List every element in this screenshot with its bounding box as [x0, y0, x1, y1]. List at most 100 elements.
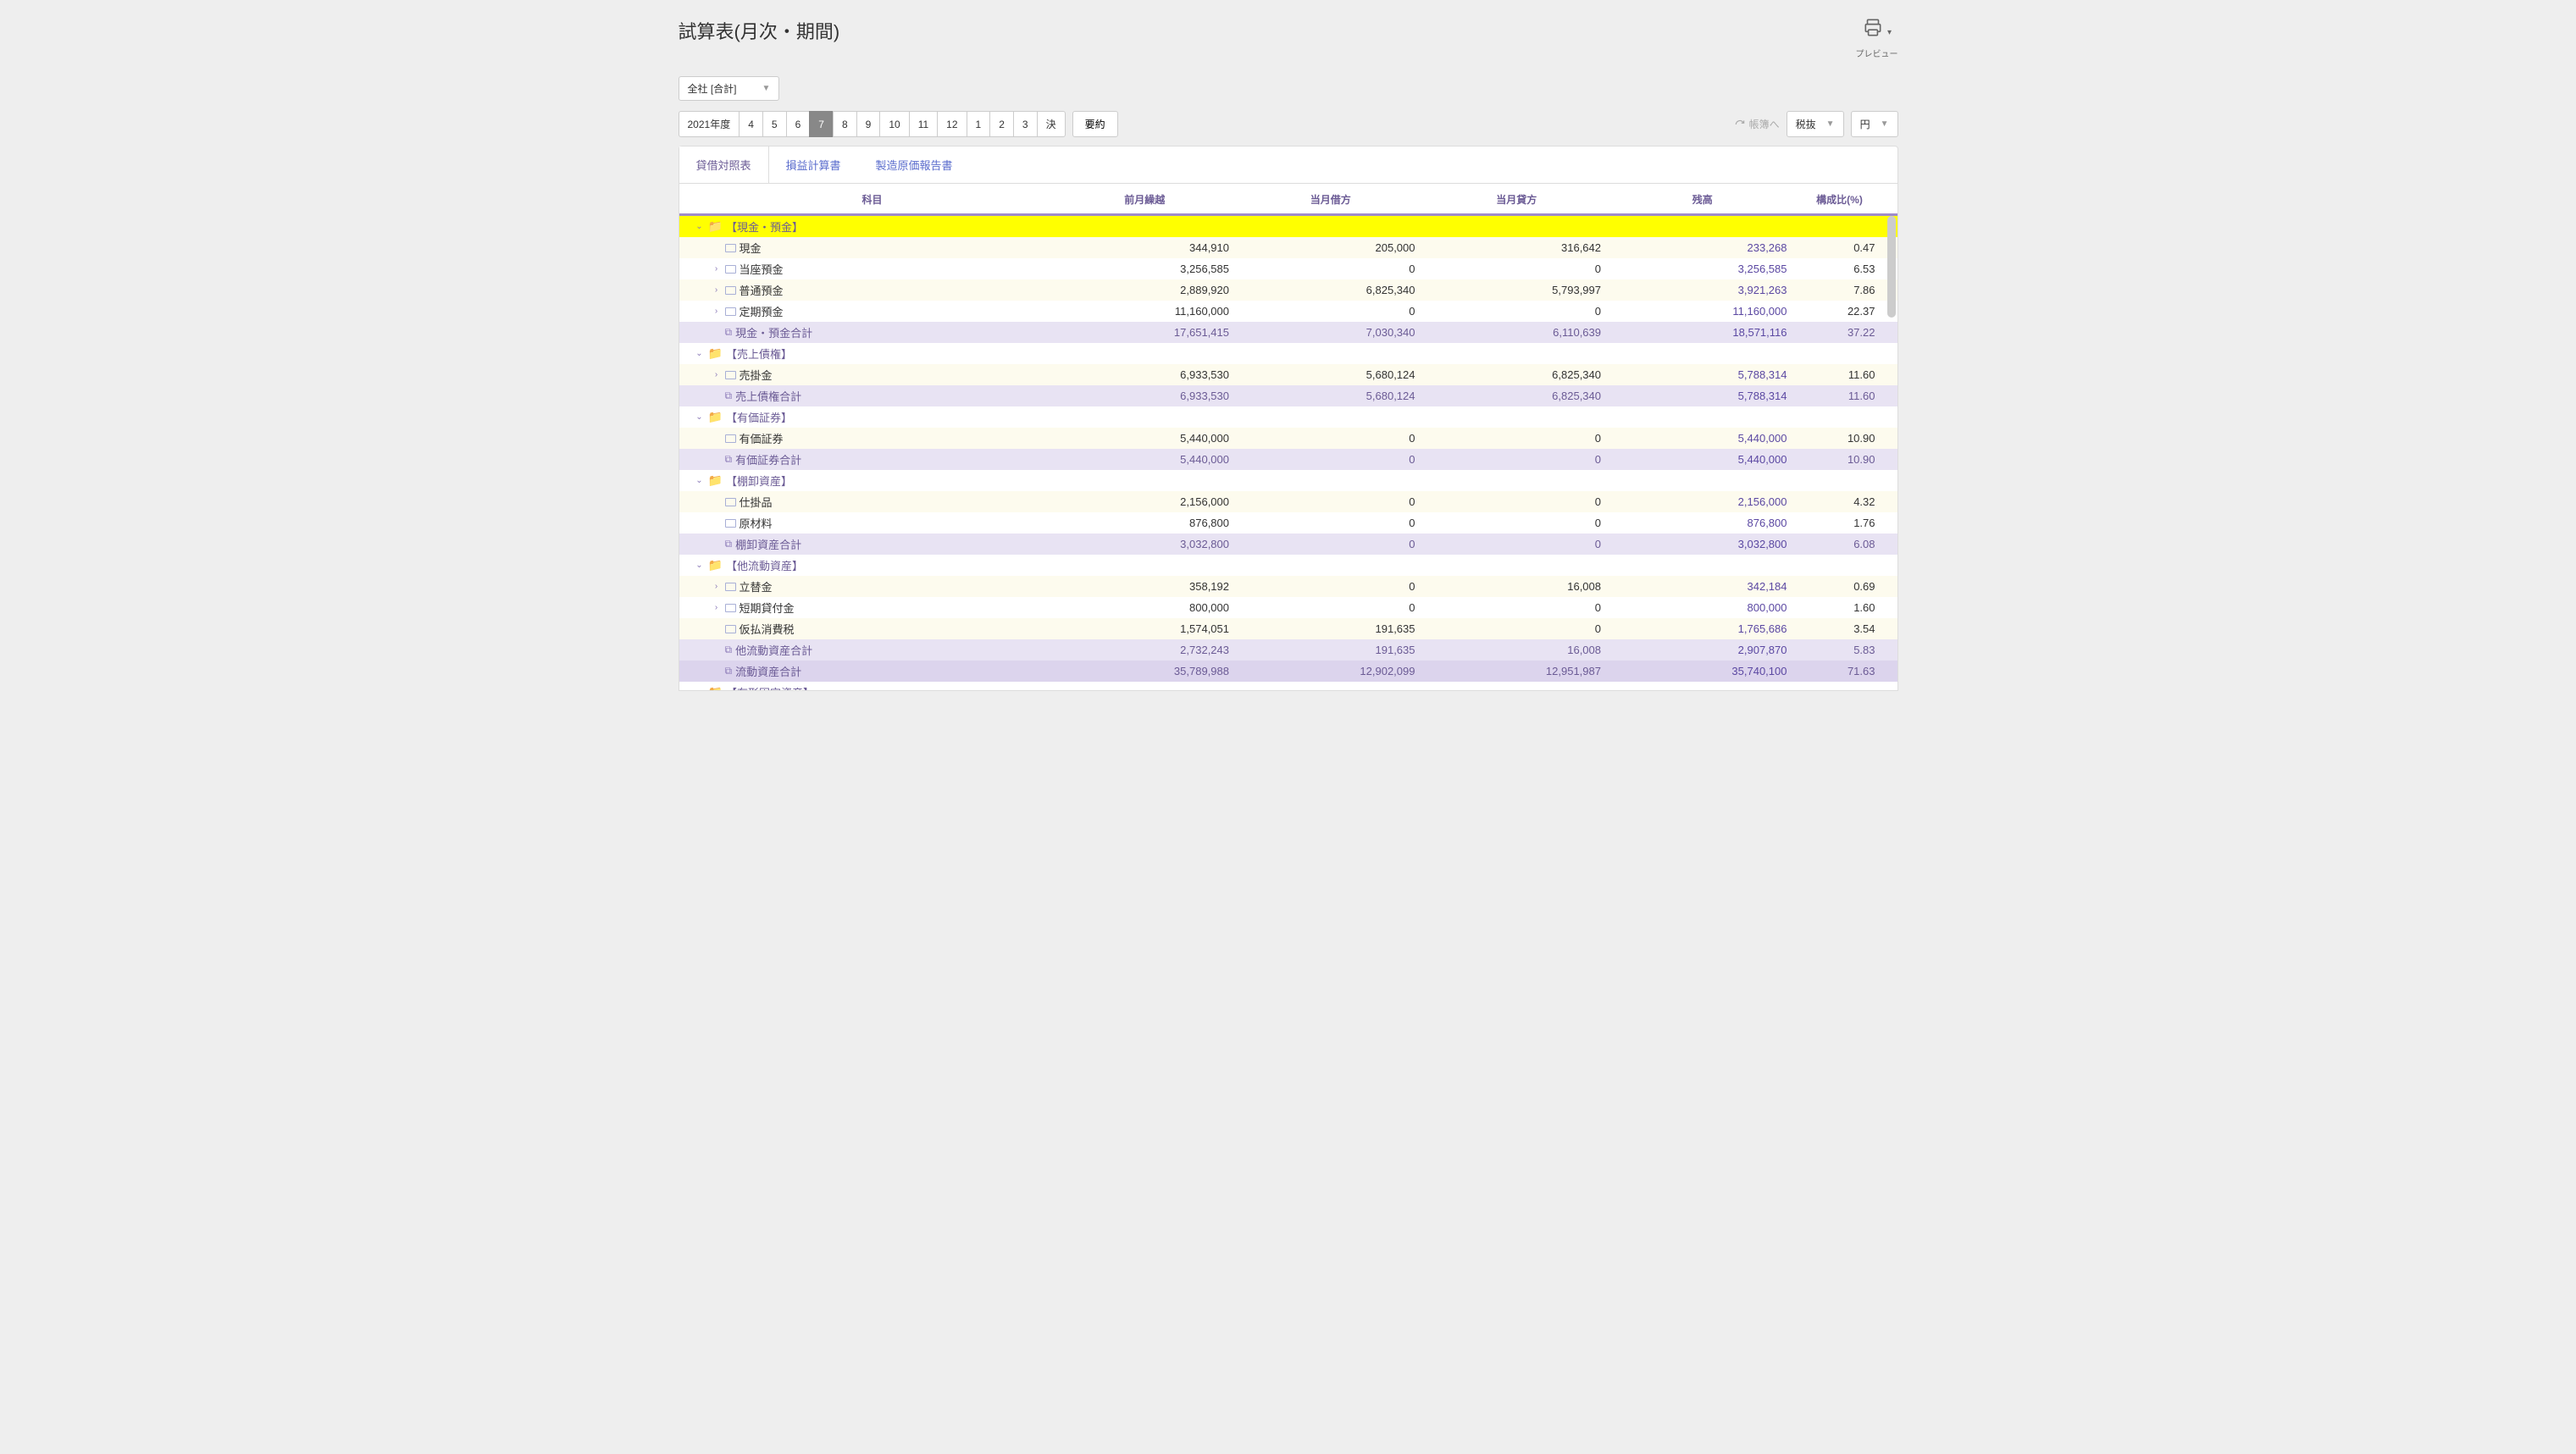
chevron-right-icon[interactable]: › — [712, 370, 722, 379]
month-button-10[interactable]: 10 — [879, 111, 909, 137]
cell-value: 11,160,000 — [1054, 305, 1237, 318]
folder-icon: 📁 — [708, 219, 723, 234]
cell-value: 0 — [1239, 601, 1422, 614]
table-row[interactable]: ⌄📁【売上債権】 — [679, 343, 1897, 364]
chevron-down-icon[interactable]: ⌄ — [695, 222, 705, 231]
company-selector[interactable]: 全社 [合計] ▼ — [679, 76, 780, 101]
printer-icon — [1862, 17, 1884, 45]
folder-icon: 📁 — [708, 685, 723, 690]
row-label: 立替金 — [740, 578, 773, 594]
chevron-right-icon[interactable]: › — [712, 603, 722, 612]
table-row[interactable]: ⌄📁【棚卸資産】 — [679, 470, 1897, 491]
month-button-9[interactable]: 9 — [856, 111, 881, 137]
currency-selector[interactable]: 円 ▼ — [1851, 111, 1898, 137]
cell-value: 16,008 — [1426, 644, 1609, 656]
month-button-1[interactable]: 1 — [967, 111, 991, 137]
cell-value: 342,184 — [1611, 580, 1794, 593]
table-body[interactable]: ⌄📁【現金・預金】現金344,910205,000316,642233,2680… — [679, 216, 1897, 690]
month-button-6[interactable]: 6 — [786, 111, 811, 137]
row-label: 【他流動資産】 — [726, 557, 803, 573]
table-row[interactable]: ⌄📁【有価証券】 — [679, 406, 1897, 428]
table-row[interactable]: ⌄📁【他流動資産】 — [679, 555, 1897, 576]
fiscal-year-button[interactable]: 2021年度 — [679, 111, 740, 137]
month-button-4[interactable]: 4 — [739, 111, 763, 137]
scrollbar[interactable] — [1887, 216, 1896, 318]
table-row[interactable]: ›当座預金3,256,585003,256,5856.53 — [679, 258, 1897, 279]
month-button-11[interactable]: 11 — [909, 111, 938, 137]
sum-icon: ⧉ — [725, 453, 733, 466]
month-button-8[interactable]: 8 — [833, 111, 857, 137]
chevron-right-icon[interactable]: › — [712, 285, 722, 295]
sum-icon: ⧉ — [725, 644, 733, 656]
month-button-3[interactable]: 3 — [1013, 111, 1038, 137]
summary-button[interactable]: 要約 — [1072, 111, 1118, 137]
table-row[interactable]: ⧉棚卸資産合計3,032,800003,032,8006.08 — [679, 534, 1897, 555]
cell-value: 0 — [1239, 305, 1422, 318]
chevron-down-icon[interactable]: ⌄ — [695, 688, 705, 690]
table-row[interactable]: ⧉他流動資産合計2,732,243191,63516,0082,907,8705… — [679, 639, 1897, 661]
cell-value: 0 — [1426, 263, 1609, 275]
table-row[interactable]: ›定期預金11,160,0000011,160,00022.37 — [679, 301, 1897, 322]
table-row[interactable]: ›立替金358,192016,008342,1840.69 — [679, 576, 1897, 597]
chevron-right-icon[interactable]: › — [712, 307, 722, 316]
tax-selector[interactable]: 税抜 ▼ — [1787, 111, 1844, 137]
folder-icon: 📁 — [708, 473, 723, 488]
table-row[interactable]: 仕掛品2,156,000002,156,0004.32 — [679, 491, 1897, 512]
table-row[interactable]: ›短期貸付金800,00000800,0001.60 — [679, 597, 1897, 618]
account-icon — [725, 434, 736, 443]
account-icon — [725, 307, 736, 316]
month-button-5[interactable]: 5 — [762, 111, 787, 137]
table-row[interactable]: 仮払消費税1,574,051191,63501,765,6863.54 — [679, 618, 1897, 639]
table-row[interactable]: ⧉有価証券合計5,440,000005,440,00010.90 — [679, 449, 1897, 470]
account-icon — [725, 604, 736, 612]
month-button-決[interactable]: 決 — [1037, 111, 1066, 137]
month-button-12[interactable]: 12 — [937, 111, 967, 137]
caret-down-icon: ▼ — [762, 84, 771, 93]
chevron-down-icon[interactable]: ⌄ — [695, 476, 705, 485]
cell-value: 0.69 — [1798, 580, 1882, 593]
cell-value: 35,740,100 — [1611, 665, 1794, 677]
cell-value: 1.76 — [1798, 517, 1882, 529]
chevron-down-icon[interactable]: ⌄ — [695, 561, 705, 570]
cell-value: 6,825,340 — [1239, 284, 1422, 296]
table-row[interactable]: 有価証券5,440,000005,440,00010.90 — [679, 428, 1897, 449]
cell-value: 6,110,639 — [1426, 326, 1609, 339]
page-title: 試算表(月次・期間) — [679, 17, 840, 44]
table-row[interactable]: ›売掛金6,933,5305,680,1246,825,3405,788,314… — [679, 364, 1897, 385]
sum-icon: ⧉ — [725, 665, 733, 677]
sum-icon: ⧉ — [725, 538, 733, 550]
row-label: 現金・預金合計 — [735, 324, 812, 340]
cell-value: 5.83 — [1798, 644, 1882, 656]
tab-貸借対照表[interactable]: 貸借対照表 — [679, 147, 769, 183]
chevron-down-icon[interactable]: ⌄ — [695, 349, 705, 358]
row-label: 流動資産合計 — [735, 663, 801, 679]
cell-value: 3,256,585 — [1054, 263, 1237, 275]
cell-value: 0 — [1426, 432, 1609, 445]
table-row[interactable]: ⧉売上債権合計6,933,5305,680,1246,825,3405,788,… — [679, 385, 1897, 406]
month-button-2[interactable]: 2 — [989, 111, 1014, 137]
table-row[interactable]: 現金344,910205,000316,642233,2680.47 — [679, 237, 1897, 258]
cell-value: 0.47 — [1798, 241, 1882, 254]
cell-value: 2,156,000 — [1054, 495, 1237, 508]
cell-value: 12,902,099 — [1239, 665, 1422, 677]
cell-value: 5,680,124 — [1239, 368, 1422, 381]
chevron-right-icon[interactable]: › — [712, 264, 722, 274]
sum-icon: ⧉ — [725, 326, 733, 339]
chevron-down-icon[interactable]: ⌄ — [695, 412, 705, 422]
month-button-7[interactable]: 7 — [809, 111, 834, 137]
cell-value: 876,800 — [1611, 517, 1794, 529]
tab-損益計算書[interactable]: 損益計算書 — [769, 147, 859, 183]
account-icon — [725, 519, 736, 528]
row-label: 有価証券合計 — [735, 451, 801, 467]
table-row[interactable]: ›普通預金2,889,9206,825,3405,793,9973,921,26… — [679, 279, 1897, 301]
account-icon — [725, 244, 736, 252]
table-row[interactable]: ⌄📁【有形固定資産】 — [679, 682, 1897, 690]
table-row[interactable]: ⧉現金・預金合計17,651,4157,030,3406,110,63918,5… — [679, 322, 1897, 343]
cell-value: 10.90 — [1798, 453, 1882, 466]
table-row[interactable]: 原材料876,80000876,8001.76 — [679, 512, 1897, 534]
chevron-right-icon[interactable]: › — [712, 582, 722, 591]
print-preview-button[interactable]: ▾ プレビュー — [1856, 17, 1898, 59]
table-row[interactable]: ⌄📁【現金・預金】 — [679, 216, 1897, 237]
tab-製造原価報告書[interactable]: 製造原価報告書 — [859, 147, 971, 183]
table-row[interactable]: ⧉流動資産合計35,789,98812,902,09912,951,98735,… — [679, 661, 1897, 682]
